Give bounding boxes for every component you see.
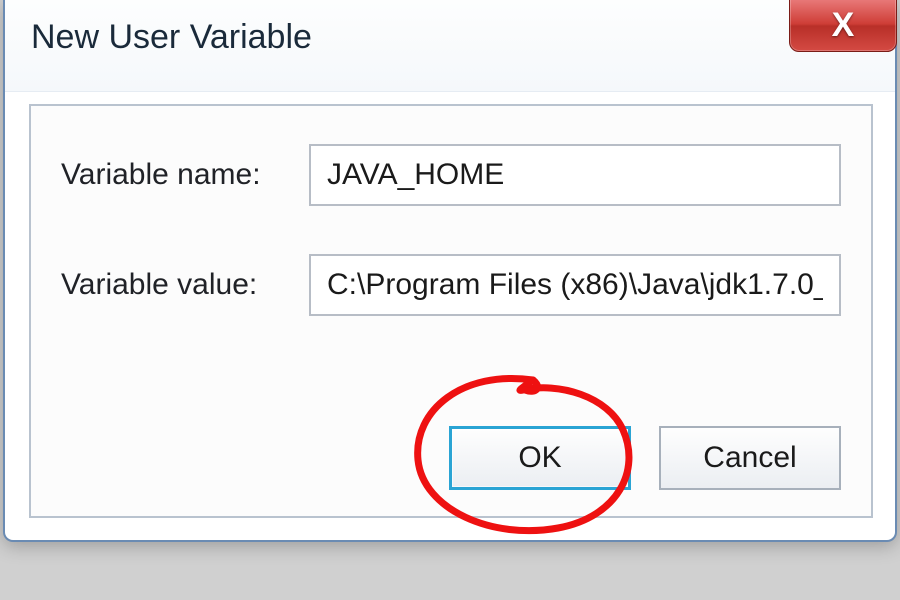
variable-value-label: Variable value:	[61, 268, 309, 302]
ok-button[interactable]: OK	[449, 426, 631, 490]
cancel-button[interactable]: Cancel	[659, 426, 841, 490]
close-icon: X	[832, 6, 855, 45]
dialog-title: New User Variable	[31, 18, 312, 57]
variable-name-input[interactable]	[309, 144, 841, 206]
variable-value-input[interactable]	[309, 254, 841, 316]
variable-value-row: Variable value:	[61, 254, 841, 316]
close-button[interactable]: X	[789, 0, 897, 52]
new-user-variable-dialog: New User Variable X Byte earn Variable n…	[3, 0, 897, 542]
variable-name-row: Variable name:	[61, 144, 841, 206]
variable-name-label: Variable name:	[61, 158, 309, 192]
dialog-content: Variable name: Variable value: OK Cancel	[29, 104, 873, 518]
dialog-button-row: OK Cancel	[449, 426, 841, 490]
dialog-titlebar: New User Variable X	[5, 0, 895, 92]
